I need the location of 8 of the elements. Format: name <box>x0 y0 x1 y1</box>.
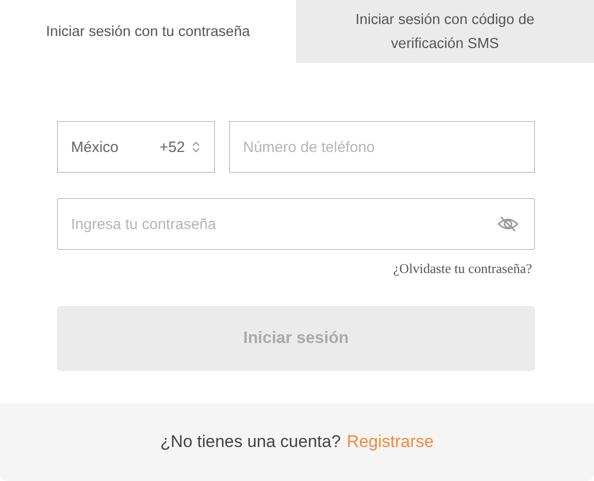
country-select[interactable]: México +52 <box>57 121 215 173</box>
tab[interactable]: Iniciar sesión con código de verificación SMS <box>296 0 594 63</box>
password-field[interactable]: Ingresa tu contraseña <box>57 198 535 250</box>
forgot-password-link[interactable]: ¿Olvidaste tu contraseña? <box>393 261 532 277</box>
phone-field[interactable]: Número de teléfono <box>229 121 535 173</box>
chevron-icon <box>191 140 201 154</box>
eye-icon[interactable] <box>497 215 519 233</box>
signup-prompt: ¿No tienes una cuenta? <box>160 432 341 452</box>
